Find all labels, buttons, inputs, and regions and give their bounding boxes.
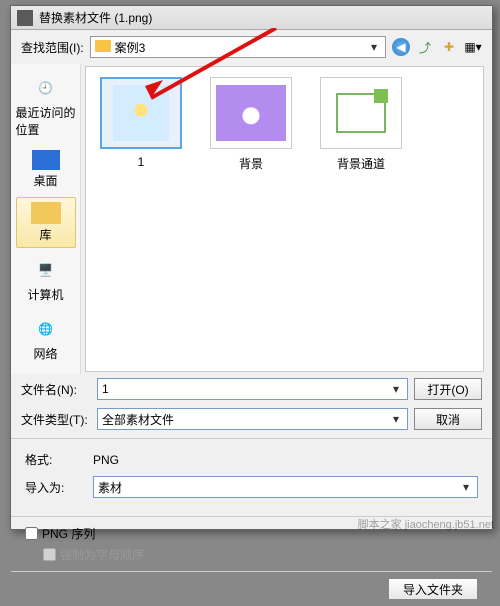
desktop-icon bbox=[32, 150, 60, 170]
filename-label: 文件名(N): bbox=[21, 381, 91, 398]
filename-row: 文件名(N): 1▾ 打开(O) bbox=[11, 374, 492, 404]
library-icon bbox=[31, 202, 61, 224]
file-area[interactable]: 1 背景 背景通道 bbox=[85, 66, 484, 372]
place-recent[interactable]: 🕘最近访问的位置 bbox=[16, 70, 76, 142]
place-label: 桌面 bbox=[33, 172, 57, 189]
place-network[interactable]: 🌐 网络 bbox=[16, 311, 76, 366]
up-icon[interactable]: ⤴ bbox=[416, 38, 434, 56]
place-computer[interactable]: 🖥️ 计算机 bbox=[16, 252, 76, 307]
network-icon: 🌐 bbox=[30, 315, 62, 343]
thumbnail bbox=[210, 77, 292, 149]
filetype-label: 文件类型(T): bbox=[21, 411, 91, 428]
checkbox bbox=[43, 548, 56, 561]
footer: 导入文件夹 bbox=[11, 571, 492, 606]
titlebar[interactable]: 替换素材文件 (1.png) bbox=[11, 6, 492, 30]
new-folder-icon[interactable]: ✚ bbox=[440, 38, 458, 56]
watermark: 脚本之家 jiaocheng.jb51.net bbox=[358, 516, 494, 532]
places-bar: 🕘最近访问的位置 桌面 库 🖥️ 计算机 🌐 网络 bbox=[11, 64, 81, 374]
place-library[interactable]: 库 bbox=[16, 197, 76, 248]
chevron-down-icon: ▾ bbox=[459, 480, 473, 494]
importas-select[interactable]: 素材 ▾ bbox=[93, 476, 478, 498]
nav-icons: ◀ ⤴ ✚ ▦▾ bbox=[392, 38, 482, 56]
lookin-combo[interactable]: 案例3 ▾ bbox=[90, 36, 386, 58]
lookin-folder: 案例3 bbox=[115, 41, 146, 55]
file-label: 背景通道 bbox=[337, 155, 385, 172]
filetype-select[interactable]: 全部素材文件 ▾ bbox=[97, 408, 408, 430]
chevron-down-icon: ▾ bbox=[389, 412, 403, 426]
thumbnail bbox=[100, 77, 182, 149]
cancel-button[interactable]: 取消 bbox=[414, 408, 482, 430]
place-desktop[interactable]: 桌面 bbox=[16, 146, 76, 193]
file-item-1[interactable]: 1 bbox=[96, 77, 186, 169]
replace-footage-dialog: 替换素材文件 (1.png) 查找范围(I): 案例3 ▾ ◀ ⤴ ✚ ▦▾ 🕘… bbox=[10, 5, 493, 530]
filename-value: 1 bbox=[102, 382, 109, 396]
window-title: 替换素材文件 (1.png) bbox=[39, 9, 152, 26]
place-label: 网络 bbox=[33, 345, 57, 362]
app-icon bbox=[17, 10, 33, 26]
open-button[interactable]: 打开(O) bbox=[414, 378, 482, 400]
recent-icon: 🕘 bbox=[30, 74, 62, 102]
lookin-label: 查找范围(I): bbox=[21, 39, 84, 56]
back-icon[interactable]: ◀ bbox=[392, 38, 410, 56]
chevron-down-icon: ▾ bbox=[389, 382, 403, 396]
filetype-row: 文件类型(T): 全部素材文件 ▾ 取消 bbox=[11, 404, 492, 434]
thumbnail bbox=[320, 77, 402, 149]
computer-icon: 🖥️ bbox=[30, 256, 62, 284]
file-label: 1 bbox=[138, 155, 145, 169]
filetype-value: 全部素材文件 bbox=[102, 411, 174, 428]
view-menu-icon[interactable]: ▦▾ bbox=[464, 38, 482, 56]
body: 🕘最近访问的位置 桌面 库 🖥️ 计算机 🌐 网络 1 背景 背景通道 bbox=[11, 64, 492, 374]
import-folder-button[interactable]: 导入文件夹 bbox=[388, 578, 478, 600]
checkbox-label: 强制为字母顺序 bbox=[60, 546, 144, 563]
importas-label: 导入为: bbox=[25, 479, 85, 496]
format-label: 格式: bbox=[25, 451, 85, 468]
place-label: 库 bbox=[39, 226, 51, 243]
folder-icon bbox=[95, 40, 111, 52]
filename-input[interactable]: 1▾ bbox=[97, 378, 408, 400]
place-label: 最近访问的位置 bbox=[16, 104, 76, 138]
place-label: 计算机 bbox=[27, 286, 63, 303]
lookin-row: 查找范围(I): 案例3 ▾ ◀ ⤴ ✚ ▦▾ bbox=[11, 30, 492, 64]
file-item-bgchannel[interactable]: 背景通道 bbox=[316, 77, 406, 172]
importas-row: 导入为: 素材 ▾ bbox=[25, 472, 478, 502]
file-label: 背景 bbox=[239, 155, 263, 172]
force-alpha-checkbox: 强制为字母顺序 bbox=[43, 544, 478, 565]
format-value: PNG bbox=[93, 453, 119, 467]
format-row: 格式: PNG bbox=[25, 447, 478, 472]
chevron-down-icon: ▾ bbox=[367, 40, 381, 54]
importas-value: 素材 bbox=[98, 479, 122, 496]
file-item-background[interactable]: 背景 bbox=[206, 77, 296, 172]
lower-panel: 格式: PNG 导入为: 素材 ▾ bbox=[11, 438, 492, 510]
